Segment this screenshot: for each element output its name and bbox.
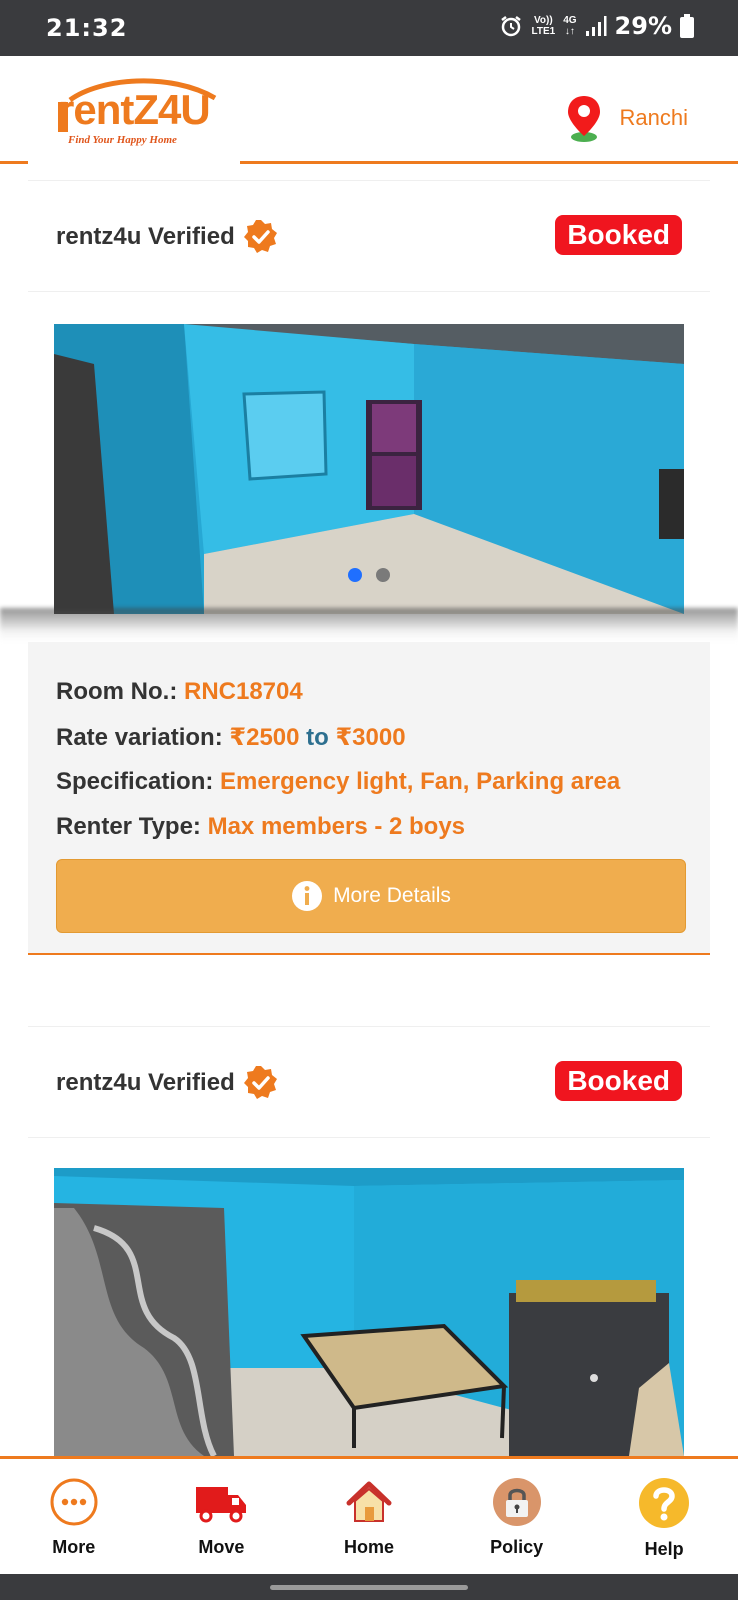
booked-badge: Booked	[555, 1061, 682, 1101]
nav-move[interactable]: Move	[148, 1459, 296, 1574]
app-header: rentZ4U Find Your Happy Home Ranchi	[0, 56, 738, 166]
nav-help[interactable]: Help	[590, 1459, 738, 1574]
logo-tagline: Find Your Happy Home	[68, 134, 177, 146]
carousel-dot-active[interactable]	[348, 568, 362, 582]
listing-details: Room No.: RNC18704 Rate variation: ₹2500…	[28, 642, 710, 955]
signal-icon	[585, 16, 607, 36]
rate-to: to	[306, 724, 329, 751]
carousel-dots	[54, 568, 684, 582]
rate-row: Rate variation: ₹2500 to ₹3000	[56, 724, 406, 751]
question-icon	[639, 1478, 690, 1528]
rate-min: ₹2500	[229, 724, 300, 751]
renter-type-value: Max members - 2 boys	[207, 813, 466, 840]
status-bar: 21:32 Vo)) LTE1 4G ↓↑ 29%	[0, 0, 738, 56]
city-name: Ranchi	[619, 105, 688, 130]
header-divider	[0, 161, 28, 164]
listing-card[interactable]: rentz4u Verified Booked	[28, 1026, 710, 1456]
battery-icon	[680, 14, 694, 38]
listing-card-header: rentz4u Verified Booked	[28, 1026, 710, 1138]
more-details-button[interactable]: More Details	[56, 859, 686, 933]
lock-icon	[492, 1478, 541, 1526]
specification-row: Specification: Emergency light, Fan, Par…	[56, 768, 621, 795]
listing-card[interactable]: rentz4u Verified Booked	[28, 180, 710, 642]
bottom-navigation: More Move Home Policy Help	[0, 1456, 738, 1574]
status-time: 21:32	[46, 14, 128, 42]
truck-icon	[196, 1487, 247, 1523]
home-icon	[346, 1481, 392, 1522]
verified-label: rentz4u Verified	[56, 219, 279, 255]
info-icon	[292, 881, 323, 911]
home-gesture-handle[interactable]	[270, 1585, 468, 1590]
brand-logo[interactable]: rentZ4U Find Your Happy Home	[50, 72, 220, 152]
carousel-dot[interactable]	[376, 568, 390, 582]
verified-badge-icon	[243, 1066, 277, 1099]
map-pin-icon	[567, 96, 600, 142]
room-photo[interactable]	[54, 324, 684, 614]
nav-more[interactable]: More	[0, 1459, 148, 1574]
volte-indicator: Vo)) LTE1	[531, 15, 556, 37]
nav-home[interactable]: Home	[295, 1459, 443, 1574]
app-screen: 21:32 Vo)) LTE1 4G ↓↑ 29% rentZ4U Find Y…	[0, 0, 738, 1600]
alarm-icon	[501, 16, 522, 37]
renter-type-row: Renter Type: Max members - 2 boys	[56, 813, 466, 840]
room-photo[interactable]	[54, 1168, 684, 1456]
network-type: 4G ↓↑	[563, 15, 577, 37]
verified-badge-icon	[243, 220, 277, 253]
location-selector[interactable]: Ranchi	[566, 94, 688, 142]
room-image	[54, 1168, 684, 1456]
system-gesture-bar	[0, 1574, 738, 1600]
room-number: RNC18704	[183, 678, 303, 705]
listing-card-header: rentz4u Verified Booked	[28, 180, 710, 292]
more-dots-icon	[50, 1478, 98, 1526]
logo-text: rentZ4U	[58, 86, 211, 133]
booked-badge: Booked	[555, 215, 682, 255]
nav-policy[interactable]: Policy	[443, 1459, 591, 1574]
header-divider	[240, 161, 738, 164]
verified-label: rentz4u Verified	[56, 1065, 279, 1101]
battery-percent: 29%	[614, 12, 672, 40]
specification-value: Emergency light, Fan, Parking area	[220, 768, 621, 795]
card-shadow	[0, 608, 738, 642]
status-icons: Vo)) LTE1 4G ↓↑ 29%	[499, 12, 694, 40]
room-number-row: Room No.: RNC18704	[56, 678, 303, 705]
rate-max: ₹3000	[335, 724, 406, 751]
